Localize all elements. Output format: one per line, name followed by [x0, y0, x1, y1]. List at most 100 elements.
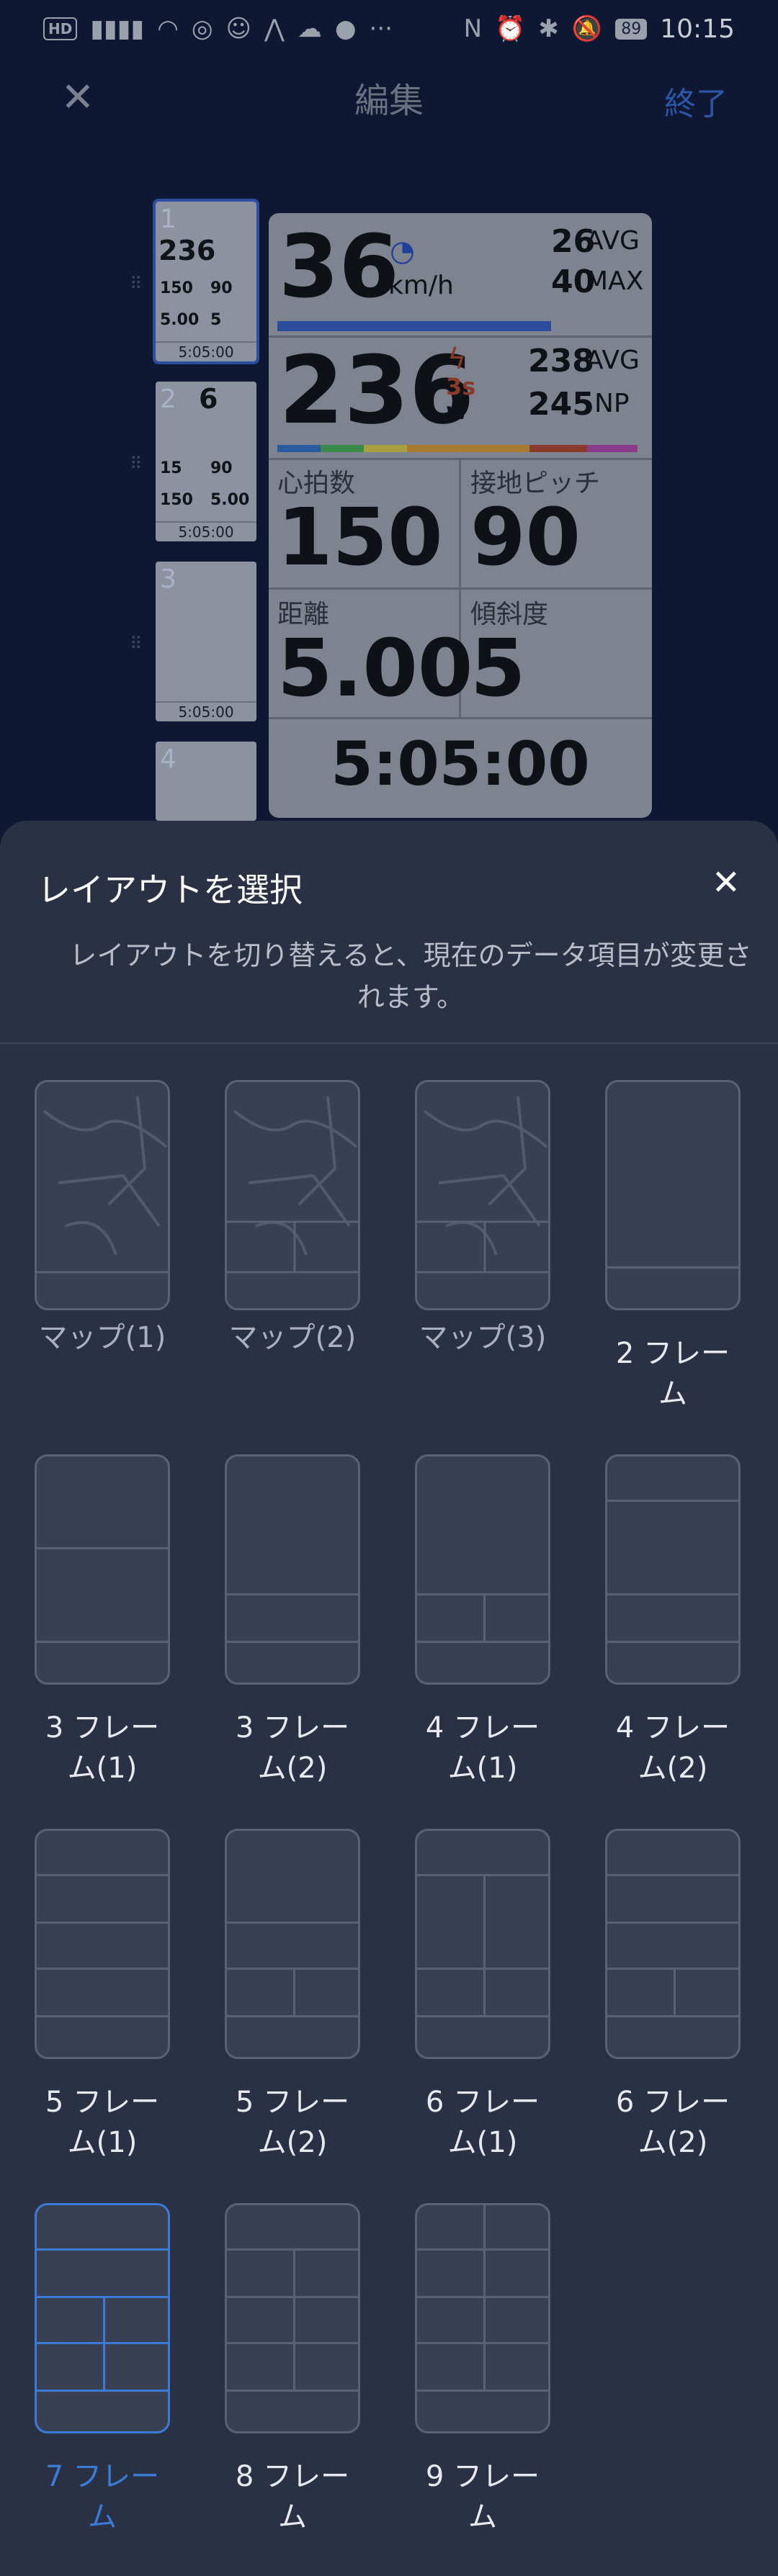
speed-unit: km/h: [388, 271, 454, 300]
layout-3-frame-1[interactable]: [35, 1454, 170, 1685]
page-thumbnail[interactable]: 4: [156, 742, 256, 821]
layout-label: 4 フレー ム(2): [615, 1711, 730, 1785]
thumbnail-footer: 5:05:00: [156, 341, 256, 361]
layout-6-frame-2[interactable]: [605, 1829, 741, 2059]
thumbnail-number: 3: [160, 564, 176, 594]
layout-label: 8 フレーム: [235, 2460, 350, 2534]
thumbnail-number: 2: [160, 384, 176, 414]
clock: 10:15: [660, 14, 735, 44]
distance-value: 5.00: [277, 622, 473, 714]
layout-label: 3 フレー ム(2): [235, 1711, 350, 1785]
drag-handle-icon[interactable]: ⠿: [130, 454, 143, 474]
layout-3-frame-2[interactable]: [225, 1454, 360, 1685]
layout-4-frame-2[interactable]: [605, 1454, 741, 1685]
thumbnail-number: 4: [160, 744, 176, 774]
layout-label: 6 フレー ム(2): [615, 2086, 730, 2159]
page-thumbnail-list: ⠿ 1 236 150 90 5.00 5 5:05:00 ⠿ 2 6 15 9…: [130, 199, 267, 821]
map-thumbnail-icon: [227, 1096, 358, 1274]
drag-handle-icon[interactable]: ⠿: [130, 634, 143, 654]
page-thumbnail[interactable]: 2 6 15 90 150 5.00 5:05:00: [156, 382, 256, 541]
thumbnail-value: 236: [158, 235, 216, 266]
thumbnail-value: 150: [160, 491, 193, 509]
speedometer-icon: ◔: [390, 235, 415, 268]
layout-label: マップ(3): [419, 1321, 547, 1354]
thumbnail-footer: 5:05:00: [156, 701, 256, 721]
layout-label: 5 フレー ム(2): [235, 2086, 350, 2159]
thumbnail-footer: 5:05:00: [156, 521, 256, 541]
layout-sheet: レイアウトを選択 ✕ レイアウトを切り替えると、現在のデータ項目が変更さ れます…: [0, 821, 778, 2576]
layout-2-frame[interactable]: [605, 1080, 741, 1310]
power-zone-bar: [277, 445, 638, 452]
map-thumbnail-icon: [417, 1096, 548, 1274]
page-thumbnail[interactable]: 3 5:05:00: [156, 562, 256, 721]
layout-4-frame-1[interactable]: [415, 1454, 550, 1685]
power-unit: w: [446, 397, 468, 425]
alarm-icon: ⏰: [495, 14, 526, 43]
thumbnail-value: 5.00: [210, 491, 250, 509]
thumbnail-value: 5.00: [160, 311, 200, 329]
top-bar: ✕ 編集 終了: [0, 58, 778, 137]
more-icon: ···: [369, 14, 393, 43]
divider: [0, 1042, 778, 1044]
layout-map-1[interactable]: [35, 1080, 170, 1310]
avg-label: AVG: [586, 226, 640, 256]
status-bar: HD ▮▮▮▮ ◠ ◎ ☺ ⋀ ☁ ● ··· N ⏰ ✱ 🔕 89 10:15: [0, 0, 778, 58]
power-avg: 238: [528, 343, 594, 379]
description-line: レイアウトを切り替えると、現在のデータ項目が変更さ: [69, 940, 752, 971]
grade-value: 5: [470, 622, 526, 714]
map-thumbnail-icon: [37, 1096, 168, 1274]
mute-icon: 🔕: [571, 14, 603, 43]
thumbnail-value: 6: [199, 383, 218, 415]
strava-icon: ⋀: [264, 14, 285, 43]
layout-5-frame-1[interactable]: [35, 1829, 170, 2059]
description-line: れます。: [357, 981, 465, 1013]
layout-7-frame[interactable]: [35, 2203, 170, 2433]
max-label: MAX: [586, 266, 644, 296]
device-preview: 36 ◔ km/h 26 AVG 40 MAX 236 ϟ 3s w 238 A…: [269, 213, 652, 818]
thumbnail-value: 150: [160, 279, 193, 297]
thumbnail-number: 1: [160, 204, 176, 234]
power-avg-label: AVG: [586, 346, 640, 375]
nfc-icon: N: [463, 14, 483, 43]
page-title: 編集: [354, 81, 424, 121]
heart-rate-value: 150: [277, 491, 443, 583]
thumbnail-value: 90: [210, 279, 233, 297]
notification-icon: ☺: [225, 14, 251, 43]
thumbnail-value: 15: [160, 459, 182, 477]
speed-bar: [277, 321, 551, 331]
drag-handle-icon[interactable]: ⠿: [130, 274, 143, 294]
cadence-value: 90: [470, 491, 581, 583]
power-value: 236: [279, 335, 475, 445]
signal-icon: ▮▮▮▮: [90, 14, 145, 43]
speed-value: 36: [279, 217, 399, 318]
location-icon: ◎: [191, 14, 213, 43]
sheet-description: レイアウトを切り替えると、現在のデータ項目が変更さ れます。: [43, 935, 778, 1018]
hd-icon: HD: [43, 17, 78, 40]
layout-label: 5 フレー ム(1): [45, 2086, 160, 2159]
bluetooth-icon: ✱: [538, 14, 559, 43]
wifi-icon: ◠: [157, 14, 179, 43]
np-value: 245: [528, 386, 594, 423]
layout-map-3[interactable]: [415, 1080, 550, 1310]
lightning-icon: ϟ: [447, 343, 467, 376]
layout-label: 3 フレー ム(1): [45, 1711, 160, 1785]
layout-label: 4 フレー ム(1): [425, 1711, 540, 1785]
thumbnail-value: 90: [210, 459, 233, 477]
np-label: NP: [594, 389, 630, 418]
layout-label: 6 フレー ム(1): [425, 2086, 540, 2159]
layout-5-frame-2[interactable]: [225, 1829, 360, 2059]
layout-label: 9 フレーム: [425, 2460, 540, 2534]
app-icon: ●: [334, 14, 357, 43]
layout-label-selected: 7 フレーム: [45, 2460, 160, 2534]
page-thumbnail[interactable]: 1 236 150 90 5.00 5 5:05:00: [153, 199, 259, 364]
layout-label: マップ(1): [38, 1321, 166, 1354]
cloud-icon: ☁: [297, 14, 322, 43]
thumbnail-value: 5: [210, 311, 222, 329]
layout-map-2[interactable]: [225, 1080, 360, 1310]
layout-label: マップ(2): [228, 1321, 357, 1354]
layout-8-frame[interactable]: [225, 2203, 360, 2433]
layout-6-frame-1[interactable]: [415, 1829, 550, 2059]
layout-9-frame[interactable]: [415, 2203, 550, 2433]
done-button[interactable]: 終了: [664, 78, 728, 124]
close-icon[interactable]: ✕: [712, 863, 741, 903]
